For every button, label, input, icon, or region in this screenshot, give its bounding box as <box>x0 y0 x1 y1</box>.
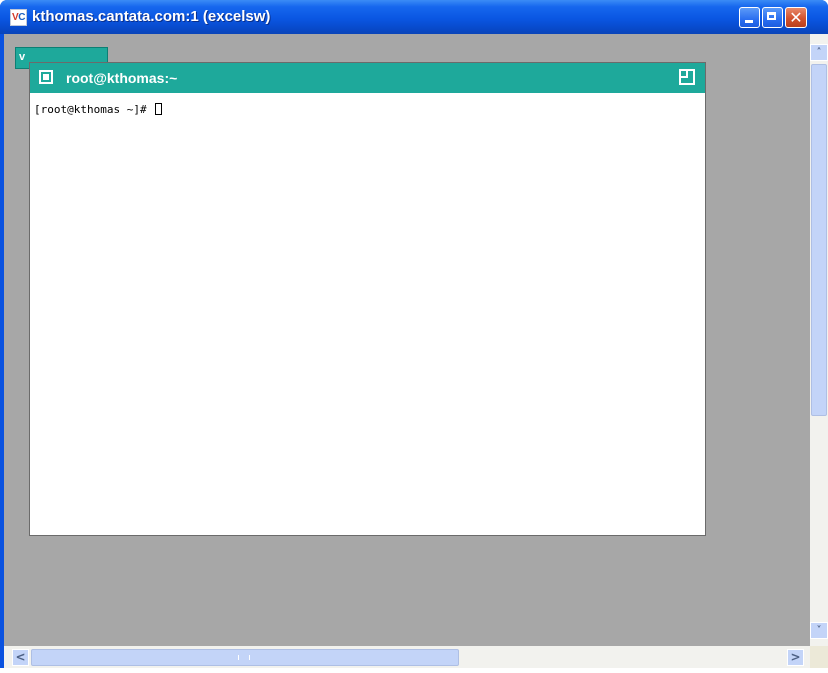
terminal-prompt-line[interactable]: [root@kthomas ~]# <box>34 103 163 117</box>
vertical-scroll-thumb[interactable] <box>811 64 827 416</box>
window-menu-icon[interactable] <box>39 70 53 84</box>
vnc-app-icon[interactable]: VC <box>10 9 27 26</box>
close-button[interactable]: ✕ <box>785 7 807 28</box>
text-cursor <box>155 103 163 115</box>
terminal-title: root@kthomas:~ <box>66 70 178 86</box>
scroll-up-arrow-icon[interactable]: ˄ <box>810 44 828 61</box>
maximize-button[interactable] <box>762 7 783 28</box>
horizontal-scrollbar[interactable]: < > <box>4 646 810 668</box>
scroll-right-arrow-icon[interactable]: > <box>787 649 804 666</box>
window-title: kthomas.cantata.com:1 (excelsw) <box>32 8 271 25</box>
scroll-left-arrow-icon[interactable]: < <box>12 649 29 666</box>
window-titlebar[interactable]: VC kthomas.cantata.com:1 (excelsw) ✕ <box>0 0 828 34</box>
resize-icon[interactable] <box>679 69 695 85</box>
vnc-viewer-window: VC kthomas.cantata.com:1 (excelsw) ✕ v r… <box>0 0 828 668</box>
background-window-label: v <box>19 51 26 63</box>
terminal-titlebar[interactable]: root@kthomas:~ <box>30 63 705 93</box>
scroll-down-arrow-icon[interactable]: ˅ <box>810 622 828 639</box>
minimize-button[interactable] <box>739 7 760 28</box>
vertical-scrollbar[interactable]: ˄ ˅ <box>810 34 828 646</box>
terminal-window[interactable]: root@kthomas:~ [root@kthomas ~]# <box>29 62 706 536</box>
scroll-grip-icon <box>238 655 250 660</box>
scrollbar-corner <box>810 646 828 668</box>
horizontal-scroll-thumb[interactable] <box>31 649 459 666</box>
remote-desktop-area[interactable]: v root@kthomas:~ [root@kthomas ~]# <box>4 34 810 646</box>
close-icon: ✕ <box>789 8 803 27</box>
shell-prompt: [root@kthomas ~]# <box>34 103 154 116</box>
icon-letter-c: C <box>18 12 25 23</box>
